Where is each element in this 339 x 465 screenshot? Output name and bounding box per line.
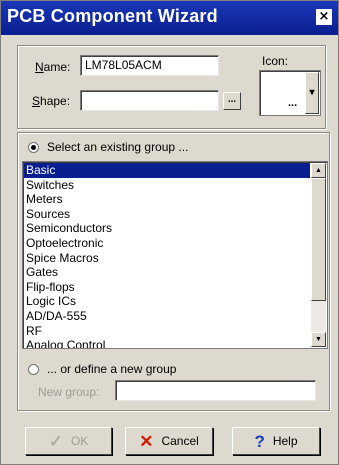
dialog-window: PCB Component Wizard × Name: LM78L05ACM …: [0, 0, 339, 465]
group-list-item[interactable]: Sources: [24, 207, 310, 222]
group-list-item[interactable]: Gates: [24, 265, 310, 280]
group-list-item[interactable]: AD/DA-555: [24, 309, 310, 324]
group-list-item[interactable]: Analog Control: [24, 338, 310, 348]
group-list-item[interactable]: Spice Macros: [24, 251, 310, 266]
group-list-item[interactable]: Semiconductors: [24, 221, 310, 236]
group-list-scrollbar[interactable]: ▲ ▼: [311, 163, 326, 347]
name-label: Name:: [35, 60, 71, 74]
new-group-radio[interactable]: [28, 364, 39, 375]
x-icon: ✕: [139, 431, 154, 451]
group-list-item[interactable]: RF: [24, 324, 310, 339]
check-icon: ✓: [48, 431, 63, 451]
scroll-down-button[interactable]: ▼: [311, 332, 326, 347]
icon-browse-dots[interactable]: ...: [288, 97, 297, 109]
scroll-up-button[interactable]: ▲: [311, 163, 326, 178]
group-list-item[interactable]: Logic ICs: [24, 294, 310, 309]
window-title: PCB Component Wizard: [7, 6, 218, 26]
scroll-thumb[interactable]: [311, 178, 326, 301]
name-field[interactable]: LM78L05ACM: [80, 55, 219, 76]
existing-group-label[interactable]: Select an existing group ...: [47, 140, 188, 154]
title-bar[interactable]: PCB Component Wizard ×: [1, 1, 338, 35]
ok-button[interactable]: ✓ OK: [25, 427, 112, 455]
group-list[interactable]: Basic Switches Meters Sources Semiconductors…: [22, 161, 328, 349]
icon-picker[interactable]: ... ▾: [259, 70, 321, 116]
existing-group-radio[interactable]: [28, 142, 39, 153]
group-list-item[interactable]: Optoelectronic: [24, 236, 310, 251]
shape-label: Shape:: [32, 94, 71, 108]
new-group-label: New group:: [38, 385, 100, 399]
close-button[interactable]: ×: [316, 9, 332, 25]
group-list-item[interactable]: Flip-flops: [24, 280, 310, 295]
icon-label: Icon:: [262, 54, 289, 68]
group-list-items: Basic Switches Meters Sources Semiconductors…: [24, 163, 310, 348]
shape-label-rest: hape:: [40, 94, 71, 108]
group-list-item[interactable]: Meters: [24, 192, 310, 207]
help-label: Help: [272, 434, 298, 448]
question-icon: ?: [254, 431, 265, 451]
name-label-rest: ame:: [43, 60, 71, 74]
shape-field[interactable]: [80, 90, 219, 111]
new-group-field[interactable]: [115, 380, 316, 401]
cancel-label: Cancel: [161, 434, 199, 448]
help-button[interactable]: ? Help: [232, 427, 320, 455]
group-list-item[interactable]: Basic: [24, 163, 310, 178]
group-list-item[interactable]: Switches: [24, 178, 310, 193]
shape-browse-button[interactable]: ...: [223, 92, 241, 110]
ok-label: OK: [70, 434, 89, 448]
icon-dropdown-button[interactable]: ▾: [305, 72, 319, 114]
cancel-button[interactable]: ✕ Cancel: [125, 427, 213, 455]
new-group-option-label[interactable]: ... or define a new group: [47, 362, 176, 376]
